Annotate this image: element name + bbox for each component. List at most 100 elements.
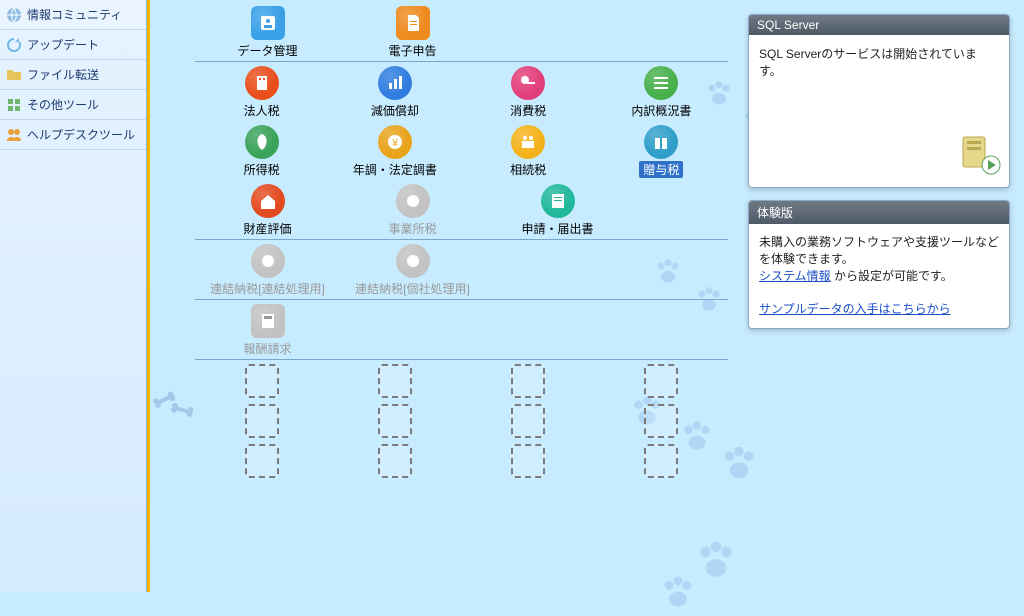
circle-icon	[396, 184, 430, 218]
app-label: 連結納税[連結処理用]	[210, 280, 325, 297]
people-icon	[6, 127, 22, 143]
consolidated-single: 連結納税[個社処理用]	[340, 244, 485, 297]
empty-slot[interactable]	[595, 404, 728, 438]
empty-slot[interactable]	[195, 404, 328, 438]
sidebar-item-label: 情報コミュニティ	[27, 6, 122, 23]
app-label: データ管理	[237, 42, 297, 59]
grid-row: データ管理 電子申告	[195, 2, 728, 62]
empty-slot[interactable]	[462, 364, 595, 398]
sidebar-item-label: アップデート	[27, 36, 99, 53]
gift-tax[interactable]: 贈与税	[595, 125, 728, 178]
calc-icon	[251, 304, 285, 338]
app-root: 情報コミュニティ アップデート ファイル転送 その他ツール ヘルプデスクツール …	[0, 0, 1024, 592]
circle-icon	[251, 244, 285, 278]
sidebar-item-label: ファイル転送	[27, 66, 99, 83]
empty-slot[interactable]	[328, 444, 461, 478]
placeholder-icon	[644, 404, 678, 438]
business-tax: 事業所税	[340, 184, 485, 237]
chart-icon	[378, 66, 412, 100]
placeholder-icon	[245, 404, 279, 438]
placeholder-icon	[644, 364, 678, 398]
consumption-tax[interactable]: 消費税	[462, 66, 595, 119]
server-icon	[957, 131, 1001, 175]
empty-slot[interactable]	[462, 404, 595, 438]
app-label: 消費税	[510, 102, 546, 119]
trial-line1: 未購入の業務ソフトウェアや支援ツールなどを体験できます。	[759, 235, 999, 266]
status-panel: SQL Server SQL Serverのサービスは開始されています。	[748, 14, 1010, 188]
sidebar-item-update[interactable]: アップデート	[0, 30, 146, 60]
doc-icon	[396, 6, 430, 40]
form-icon	[541, 184, 575, 218]
income-tax[interactable]: 所得税	[195, 125, 328, 178]
status-panel-title: SQL Server	[749, 15, 1009, 35]
empty-slot[interactable]	[462, 444, 595, 478]
family-icon	[511, 125, 545, 159]
sidebar-item-label: ヘルプデスクツール	[27, 126, 135, 143]
app-label: 減価償却	[371, 102, 419, 119]
empty-slot[interactable]	[328, 404, 461, 438]
empty-slot[interactable]	[595, 444, 728, 478]
person-card-icon	[251, 6, 285, 40]
empty-slot[interactable]	[595, 364, 728, 398]
app-label: 内訳概況書	[631, 102, 691, 119]
breakdown[interactable]: 内訳概況書	[595, 66, 728, 119]
app-label: 法人税	[244, 102, 280, 119]
app-label: 報酬請求	[243, 340, 291, 357]
empty-slot[interactable]	[195, 444, 328, 478]
empty-slot[interactable]	[328, 364, 461, 398]
grid-row: 財産評価 事業所税 申請・届出書	[195, 180, 728, 240]
grid-row	[195, 440, 728, 480]
grid-row: 報酬請求	[195, 300, 728, 360]
main-content: データ管理 電子申告法人税 減価償却 消費税 内訳概況書所得税 ¥ 年調・法定調書 相続税贈与…	[147, 0, 1024, 592]
billing: 報酬請求	[195, 304, 340, 357]
consolidated-conso: 連結納税[連結処理用]	[195, 244, 340, 297]
placeholder-icon	[378, 404, 412, 438]
globe-icon	[6, 7, 22, 23]
depreciation[interactable]: 減価償却	[328, 66, 461, 119]
sidebar-item-helpdesk[interactable]: ヘルプデスクツール	[0, 120, 146, 150]
data-management[interactable]: データ管理	[195, 6, 340, 59]
trial-line2-suffix: から設定が可能です。	[831, 269, 953, 283]
system-info-link[interactable]: システム情報	[759, 269, 831, 283]
inheritance-tax[interactable]: 相続税	[462, 125, 595, 178]
key-icon	[511, 66, 545, 100]
placeholder-icon	[378, 444, 412, 478]
app-label: 財産評価	[243, 220, 291, 237]
sidebar-item-info-community[interactable]: 情報コミュニティ	[0, 0, 146, 30]
e-filing[interactable]: 電子申告	[340, 6, 485, 59]
coin-icon: ¥	[378, 125, 412, 159]
grid-row: 連結納税[連結処理用] 連結納税[個社処理用]	[195, 240, 728, 300]
placeholder-icon	[245, 444, 279, 478]
building-icon	[245, 66, 279, 100]
grid-row: 所得税 ¥ 年調・法定調書 相続税贈与税	[195, 121, 728, 180]
placeholder-icon	[245, 364, 279, 398]
property-valuation[interactable]: 財産評価	[195, 184, 340, 237]
sidebar: 情報コミュニティ アップデート ファイル転送 その他ツール ヘルプデスクツール	[0, 0, 147, 592]
gift-icon	[644, 125, 678, 159]
sample-data-link[interactable]: サンプルデータの入手はこちらから	[759, 302, 951, 316]
placeholder-icon	[378, 364, 412, 398]
app-label: 連結納税[個社処理用]	[355, 280, 470, 297]
app-label: 電子申告	[388, 42, 436, 59]
app-label: 事業所税	[388, 220, 436, 237]
empty-slot[interactable]	[195, 364, 328, 398]
grid-row: 法人税 減価償却 消費税 内訳概況書	[195, 62, 728, 121]
app-label: 年調・法定調書	[353, 161, 437, 178]
circle-icon	[396, 244, 430, 278]
svg-text:¥: ¥	[391, 138, 398, 149]
application[interactable]: 申請・届出書	[485, 184, 630, 237]
trial-panel-title: 体験版	[749, 201, 1009, 224]
bars-icon	[644, 66, 678, 100]
app-label: 所得税	[244, 161, 280, 178]
sidebar-item-file-transfer[interactable]: ファイル転送	[0, 60, 146, 90]
sidebar-item-other-tools[interactable]: その他ツール	[0, 90, 146, 120]
grid-row	[195, 400, 728, 440]
placeholder-icon	[644, 444, 678, 478]
corporate-tax[interactable]: 法人税	[195, 66, 328, 119]
app-label: 贈与税	[639, 161, 683, 178]
app-label: 申請・届出書	[521, 220, 593, 237]
refresh-icon	[6, 37, 22, 53]
house-icon	[251, 184, 285, 218]
placeholder-icon	[511, 404, 545, 438]
year-end[interactable]: ¥ 年調・法定調書	[328, 125, 461, 178]
